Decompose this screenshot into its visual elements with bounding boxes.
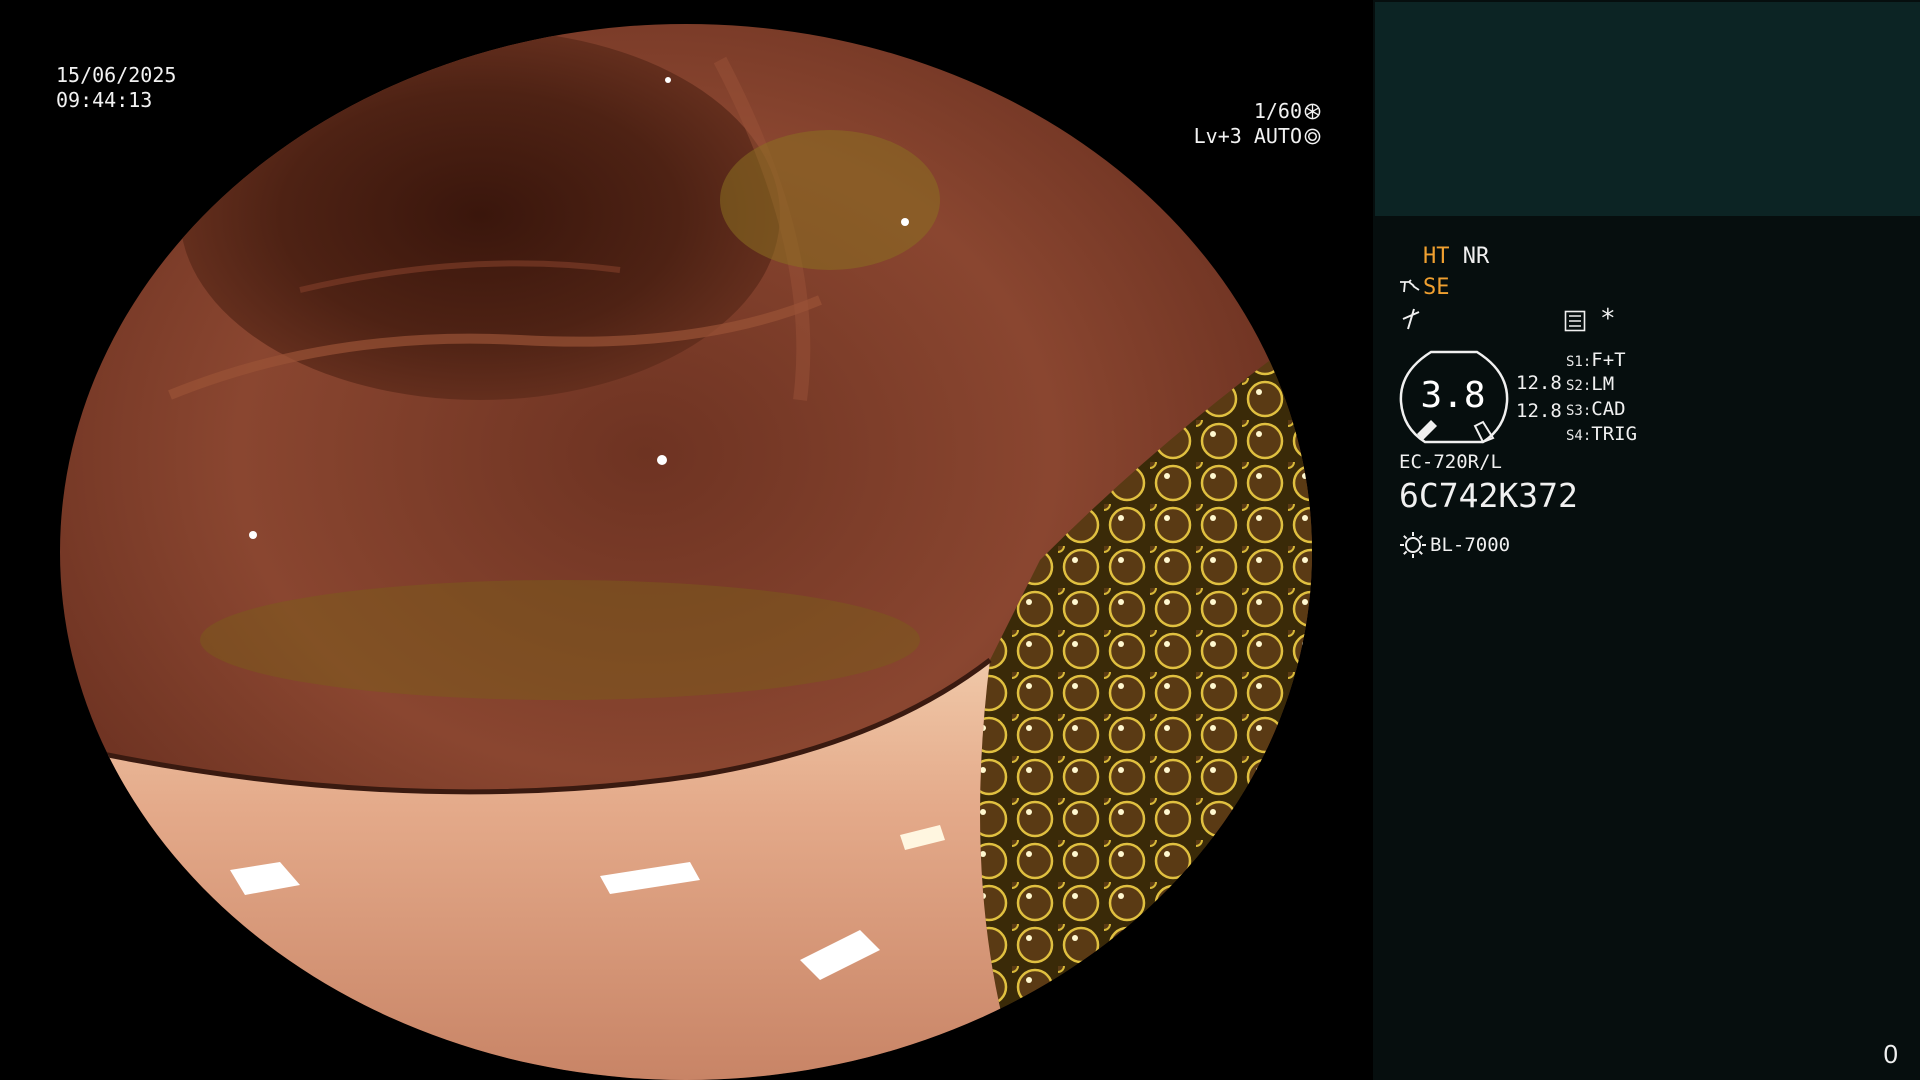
nr-label: NR	[1462, 244, 1490, 269]
time-text: 09:44:13	[56, 88, 153, 112]
enhancement-row: HT NR	[1423, 244, 1489, 270]
switch-key: S2:	[1566, 378, 1592, 394]
iris-value: 3.8	[1420, 375, 1486, 416]
brightness-level-text: Lv+3	[1193, 124, 1242, 148]
serial-number-text: 6C742K372	[1399, 476, 1578, 515]
switch-value: LM	[1591, 373, 1615, 395]
switch-assignment-3: S3:CAD	[1566, 397, 1626, 423]
light-source-icon	[1400, 532, 1426, 558]
image-counter: 0	[1883, 1039, 1898, 1069]
structure-enhancement-row: SE	[1399, 275, 1450, 301]
setting-value-1: 12.8	[1516, 372, 1562, 394]
switch-value: TRIG	[1591, 423, 1638, 445]
asterisk-indicator: *	[1600, 304, 1616, 334]
ht-label: HT	[1423, 244, 1450, 269]
switch-assignment-4: S4:TRIG	[1566, 422, 1637, 448]
shutter-speed-text: 1/60	[1253, 99, 1302, 123]
switch-key: S3:	[1566, 403, 1592, 419]
switch-value: CAD	[1591, 398, 1626, 420]
preference-icon	[1564, 310, 1586, 332]
thumbnail-area	[1375, 2, 1920, 216]
scope-tip-icon	[1400, 279, 1420, 293]
light-source-text: BL-7000	[1430, 534, 1511, 556]
iris-mode-text: AUTO	[1253, 124, 1302, 148]
date-text: 15/06/2025	[56, 63, 177, 87]
se-label: SE	[1423, 275, 1450, 300]
shutter-icon	[1304, 103, 1321, 120]
switch-assignment-2: S2:LM	[1566, 372, 1614, 398]
colon-mucosa-image	[60, 24, 1312, 1080]
exposure-settings: 1/60 Lv+3 AUTO	[1194, 99, 1321, 149]
scope-model-text: EC-720R/L	[1399, 451, 1502, 473]
info-panel: HT NR SE * 3.8 12.8 12.8 S1:F+T S2:LM S3…	[1373, 0, 1920, 1080]
date-time-display: 15/06/2025 09:44:13	[56, 63, 176, 113]
endoscope-image: 15/06/2025 09:44:13 1/60 Lv+3 AUTO	[0, 0, 1373, 1080]
switch-key: S1:	[1566, 354, 1592, 370]
switch-value: F+T	[1591, 349, 1626, 371]
setting-value-2: 12.8	[1516, 400, 1562, 422]
endoscopy-monitor: 15/06/2025 09:44:13 1/60 Lv+3 AUTO HT NR…	[0, 0, 1920, 1080]
switch-assignment-1: S1:F+T	[1566, 348, 1626, 374]
flash-icon	[1402, 308, 1420, 330]
auto-iris-icon	[1304, 128, 1321, 145]
switch-key: S4:	[1566, 428, 1592, 444]
